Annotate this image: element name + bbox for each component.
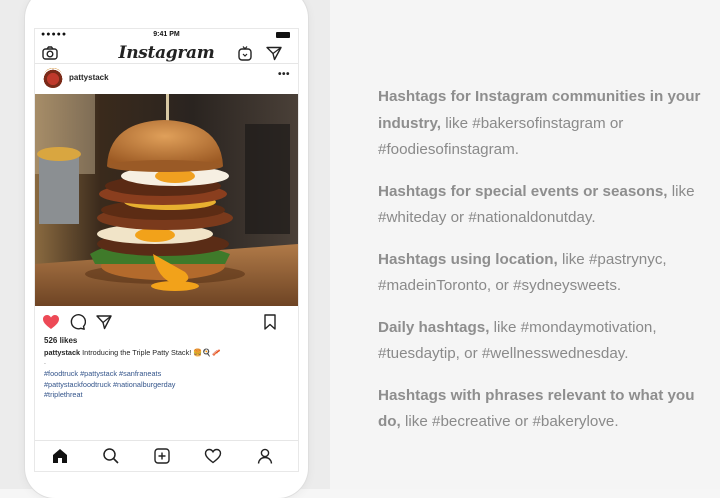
phone-screen: ●●●●● 9:41 PM Instagram pattystack ••• 5… — [34, 28, 299, 472]
profile-icon[interactable] — [256, 447, 274, 465]
tip-item: Hashtags using location, like #pastrynyc… — [378, 247, 708, 300]
hashtag-line[interactable]: #foodtruck #pattystack #sanfraneats — [44, 369, 289, 380]
status-bar: ●●●●● 9:41 PM — [35, 29, 298, 41]
tip-item: Daily hashtags, like #mondaymotivation, … — [378, 315, 708, 368]
battery-icon — [276, 32, 290, 38]
post-actions — [35, 306, 298, 338]
instagram-nav-bar: Instagram — [35, 41, 298, 64]
post-username[interactable]: pattystack — [69, 73, 109, 82]
tip-item: Hashtags for Instagram communities in yo… — [378, 84, 708, 164]
status-time: 9:41 PM — [153, 31, 180, 38]
bookmark-icon[interactable] — [261, 313, 279, 331]
comment-icon[interactable] — [68, 313, 86, 331]
phone-mockup: ●●●●● 9:41 PM Instagram pattystack ••• 5… — [25, 0, 308, 498]
caption-dot: . — [44, 359, 46, 366]
activity-heart-icon[interactable] — [204, 447, 222, 465]
tip-lead: Hashtags for special events or seasons, — [378, 182, 668, 200]
tip-lead: Hashtags using location, — [378, 250, 558, 268]
caption-text: Introducing the Triple Patty Stack! — [82, 348, 192, 357]
search-icon[interactable] — [102, 447, 120, 465]
post-photo[interactable] — [35, 94, 298, 306]
burger-photo-image — [35, 94, 298, 306]
tip-lead: Daily hashtags, — [378, 318, 490, 336]
tip-examples: like #becreative or #bakerylove. — [400, 413, 619, 430]
app-title: Instagram — [118, 43, 215, 63]
more-options-icon[interactable]: ••• — [278, 69, 290, 80]
caption-emoji: 🍔🍳🥓 — [193, 348, 221, 357]
post-header: pattystack ••• — [35, 64, 298, 94]
share-icon[interactable] — [95, 313, 113, 331]
heart-icon[interactable] — [42, 313, 60, 331]
post-caption: pattystack Introducing the Triple Patty … — [35, 345, 298, 358]
post-hashtags: #foodtruck #pattystack #sanfraneats #pat… — [35, 367, 298, 401]
avatar[interactable] — [43, 68, 63, 88]
direct-message-icon[interactable] — [265, 44, 283, 62]
hashtag-line[interactable]: #pattystackfoodtruck #nationalburgerday — [44, 380, 289, 391]
caption-username[interactable]: pattystack — [44, 348, 80, 357]
tip-item: Hashtags with phrases relevant to what y… — [378, 383, 708, 436]
igtv-icon[interactable] — [236, 44, 254, 62]
bottom-tab-bar — [35, 440, 298, 471]
hashtag-line[interactable]: #triplethreat — [44, 390, 289, 401]
add-post-icon[interactable] — [153, 447, 171, 465]
hashtag-tips: Hashtags for Instagram communities in yo… — [378, 84, 708, 451]
tip-item: Hashtags for special events or seasons, … — [378, 179, 708, 232]
home-icon[interactable] — [51, 447, 69, 465]
